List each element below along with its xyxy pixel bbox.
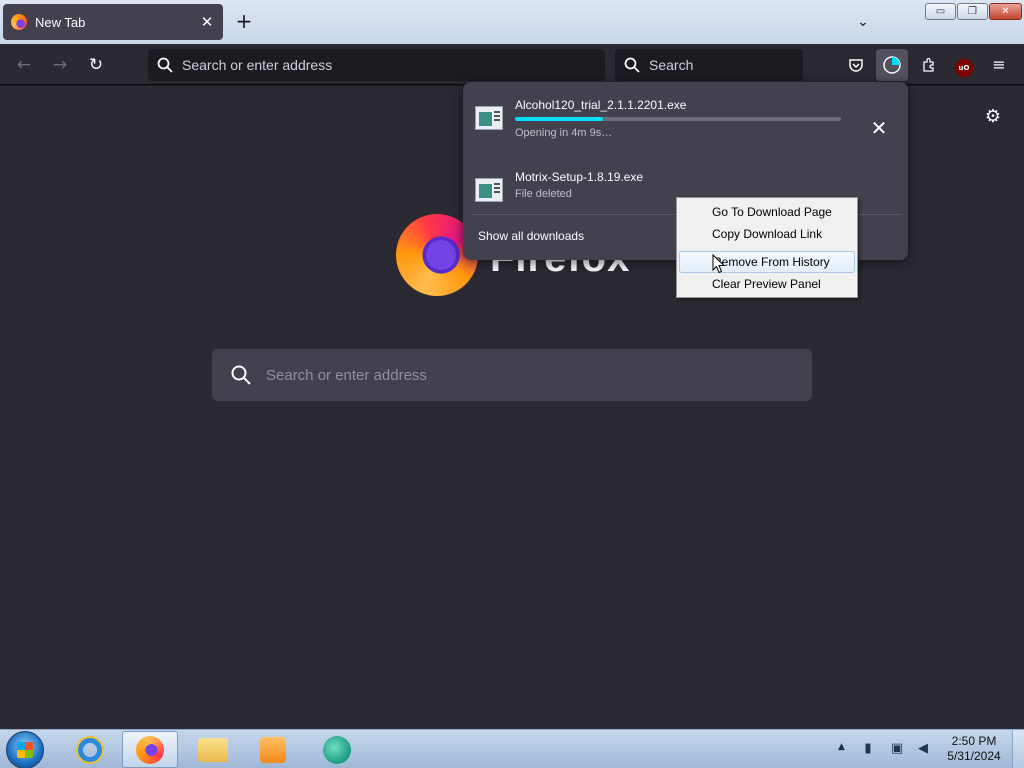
new-tab-button[interactable]: + [232, 10, 256, 34]
clock-time: 2:50 PM [951, 734, 997, 748]
clock-date: 5/31/2024 [947, 749, 1001, 763]
pocket-shape [849, 59, 863, 72]
puzzle-shape [923, 57, 934, 72]
ublock-badge: uO [955, 59, 973, 77]
show-all-downloads-button[interactable]: Show all downloads [478, 229, 584, 243]
system-clock[interactable]: 2:50 PM 5/31/2024 [938, 734, 1010, 764]
taskbar-file-explorer[interactable] [185, 731, 241, 768]
download-filename: Motrix-Setup-1.8.19.exe [515, 170, 644, 184]
ublock-origin-icon[interactable]: uO [951, 52, 977, 78]
mouse-pointer-icon [712, 254, 726, 274]
show-desktop-button[interactable] [1012, 730, 1024, 768]
taskbar-media-player[interactable] [245, 731, 301, 768]
media-player-icon [260, 736, 286, 763]
folder-icon [198, 737, 228, 762]
volume-muted-icon[interactable]: ◀ [915, 741, 931, 757]
firefox-icon [136, 735, 164, 764]
reload-button[interactable]: ↻ [82, 52, 110, 78]
extensions-puzzle-icon[interactable] [916, 52, 942, 78]
exe-file-icon [475, 178, 503, 202]
network-icon[interactable]: ▣ [889, 741, 905, 757]
menu-item-copy-download-link[interactable]: Copy Download Link [679, 223, 855, 245]
usb-device-icon[interactable]: ▮ [860, 741, 876, 757]
hamburger-menu-icon[interactable]: ≡ [986, 52, 1012, 78]
tab-close-icon[interactable]: ✕ [199, 13, 215, 31]
download-progress-icon [883, 56, 901, 74]
restore-button[interactable]: ❐ [957, 3, 988, 20]
download-progress-bar [515, 117, 841, 121]
show-hidden-icons-icon[interactable]: ▲ [838, 742, 845, 752]
search-bar-placeholder: Search [649, 57, 694, 73]
app-icon [323, 735, 351, 764]
search-icon [624, 57, 640, 73]
close-window-button[interactable]: ✕ [989, 3, 1022, 20]
downloads-button[interactable] [876, 49, 908, 81]
windows-logo-icon [17, 742, 33, 758]
taskbar-app[interactable] [309, 731, 365, 768]
gear-icon[interactable]: ⚙ [980, 104, 1006, 130]
menu-item-go-to-download-page[interactable]: Go To Download Page [679, 201, 855, 223]
windows-taskbar: ▲ ▮ ▣ ◀ 2:50 PM 5/31/2024 [0, 729, 1024, 768]
url-bar-placeholder: Search or enter address [182, 57, 333, 73]
navigation-toolbar: ← → ↻ Search or enter address Search uO … [0, 44, 1024, 85]
start-button[interactable] [6, 731, 44, 768]
pocket-icon[interactable] [843, 52, 869, 78]
minimize-button[interactable]: ▭ [925, 3, 956, 20]
download-progress-fill [515, 117, 604, 121]
firefox-favicon-icon [11, 14, 27, 30]
taskbar-internet-explorer[interactable] [62, 731, 118, 768]
download-status: File deleted [515, 188, 572, 200]
back-button[interactable]: ← [10, 52, 38, 78]
exe-file-icon [475, 106, 503, 130]
download-context-menu: Go To Download Page Copy Download Link R… [676, 197, 858, 298]
search-icon [231, 365, 251, 385]
tab-bar: New Tab ✕ + ⌄ ▭ ❐ ✕ [0, 0, 1024, 44]
search-icon [157, 57, 173, 73]
forward-button[interactable]: → [46, 52, 74, 78]
download-filename: Alcohol120_trial_2.1.1.2201.exe [515, 98, 687, 112]
download-status: Opening in 4m 9s… [515, 127, 613, 139]
list-all-tabs-icon[interactable]: ⌄ [852, 11, 874, 33]
url-bar[interactable]: Search or enter address [148, 49, 605, 81]
menu-item-clear-preview-panel[interactable]: Clear Preview Panel [679, 273, 855, 295]
tab-new-tab[interactable]: New Tab ✕ [3, 4, 223, 40]
tab-title: New Tab [35, 14, 86, 30]
cancel-download-icon[interactable]: ✕ [865, 114, 893, 142]
search-bar[interactable]: Search [615, 49, 803, 81]
internet-explorer-icon [76, 735, 104, 764]
home-search-input[interactable]: Search or enter address [212, 349, 812, 401]
menu-item-remove-from-history[interactable]: Remove From History [679, 251, 855, 273]
home-search-placeholder: Search or enter address [266, 366, 427, 384]
taskbar-firefox[interactable] [122, 731, 178, 768]
download-item[interactable]: Alcohol120_trial_2.1.1.2201.exe Opening … [463, 90, 908, 152]
